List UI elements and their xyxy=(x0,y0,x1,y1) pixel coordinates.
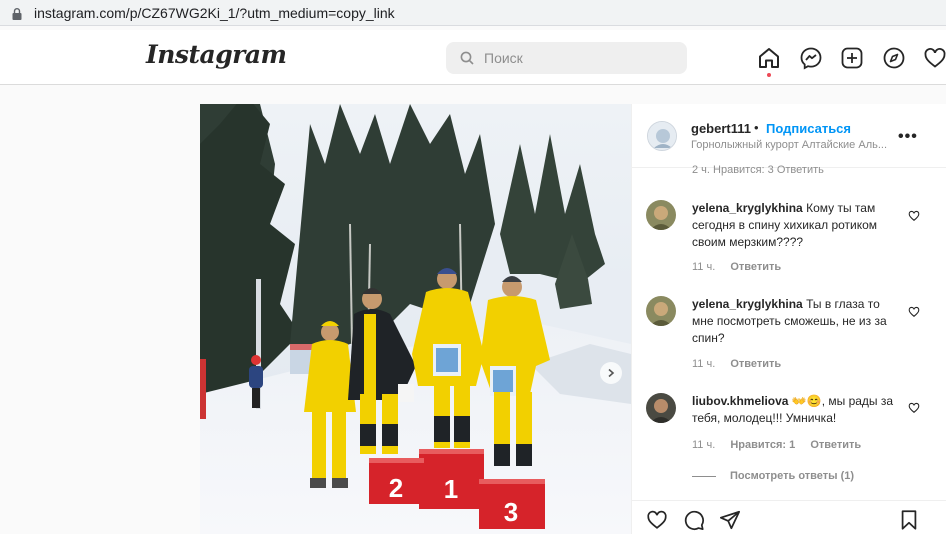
clipped-comment-meta: 2 ч. Нравится: 3 Ответить xyxy=(692,164,824,176)
post-location[interactable]: Горнолыжный курорт Алтайские Аль... xyxy=(691,139,891,151)
reply-button[interactable]: Ответить xyxy=(730,358,781,370)
post-details-panel: gebert111 • Подписаться Горнолыжный куро… xyxy=(631,104,946,534)
separator-dot: • xyxy=(754,120,759,135)
share-paper-plane-icon[interactable] xyxy=(719,509,741,531)
reply-button[interactable]: Ответить xyxy=(810,439,861,451)
new-post-icon[interactable] xyxy=(840,46,864,70)
follow-button[interactable]: Подписаться xyxy=(766,121,851,136)
like-heart-icon[interactable] xyxy=(646,509,668,531)
comment-time: 11 ч. xyxy=(692,439,716,451)
replies-divider xyxy=(692,475,716,477)
podium-first: 1 xyxy=(444,474,458,504)
commenter-avatar[interactable] xyxy=(646,296,676,326)
commenter-avatar[interactable] xyxy=(646,393,676,423)
chevron-right-icon xyxy=(608,368,615,378)
podium-third: 3 xyxy=(504,497,518,527)
comment-text: yelena_kryglykhina Кому ты там сегодня в… xyxy=(692,200,902,251)
search-input[interactable]: Поиск xyxy=(446,42,687,74)
next-photo-button[interactable] xyxy=(600,362,622,384)
post-photo[interactable]: 2 1 3 xyxy=(200,104,631,534)
podium-second: 2 xyxy=(389,473,403,503)
search-icon xyxy=(460,51,474,65)
browser-url-bar[interactable]: instagram.com/p/CZ67WG2Ki_1/?utm_medium=… xyxy=(0,0,946,26)
author-username[interactable]: gebert111 xyxy=(691,121,751,136)
post-header: gebert111 • Подписаться Горнолыжный куро… xyxy=(632,104,946,168)
view-replies-button[interactable]: Посмотреть ответы (1) xyxy=(692,470,854,482)
author-avatar[interactable] xyxy=(647,121,677,151)
search-placeholder: Поиск xyxy=(484,50,523,66)
home-icon[interactable] xyxy=(757,46,781,70)
commenter-username[interactable]: yelena_kryglykhina xyxy=(692,297,803,311)
comment-like-heart-icon[interactable] xyxy=(908,402,920,414)
comment-meta: 11 ч. Ответить xyxy=(692,261,793,273)
post-actions-bar xyxy=(632,500,946,534)
comment-bubble-icon[interactable] xyxy=(683,509,705,531)
comment-time: 11 ч. xyxy=(692,261,716,273)
reply-button[interactable]: Ответить xyxy=(730,261,781,273)
home-active-dot xyxy=(767,73,771,77)
messenger-icon[interactable] xyxy=(799,46,823,70)
more-options-button[interactable]: ••• xyxy=(898,128,918,146)
bookmark-icon[interactable] xyxy=(898,509,920,531)
view-replies-label: Посмотреть ответы (1) xyxy=(730,470,855,482)
comment-meta: 11 ч. Ответить xyxy=(692,358,793,370)
commenter-avatar[interactable] xyxy=(646,200,676,230)
commenter-username[interactable]: yelena_kryglykhina xyxy=(692,201,803,215)
instagram-logo[interactable]: Instagram xyxy=(146,40,287,69)
comment-meta: 11 ч. Нравится: 1 Ответить xyxy=(692,439,873,451)
comment-time: 11 ч. xyxy=(692,358,716,370)
lock-icon xyxy=(12,7,22,20)
comment-likes[interactable]: Нравится: 1 xyxy=(730,439,795,451)
commenter-username[interactable]: liubov.khmeliova xyxy=(692,394,788,408)
activity-heart-icon[interactable] xyxy=(923,46,946,70)
url-text[interactable]: instagram.com/p/CZ67WG2Ki_1/?utm_medium=… xyxy=(34,5,395,21)
ski-podium-photo: 2 1 3 xyxy=(200,104,631,534)
explore-icon[interactable] xyxy=(882,46,906,70)
comment-text: liubov.khmeliova 👐😊, мы рады за тебя, мо… xyxy=(692,393,902,427)
comment-like-heart-icon[interactable] xyxy=(908,306,920,318)
comment-text: yelena_kryglykhina Ты в глаза то мне пос… xyxy=(692,296,902,347)
comment-like-heart-icon[interactable] xyxy=(908,210,920,222)
instagram-header: Instagram Поиск xyxy=(0,30,946,85)
